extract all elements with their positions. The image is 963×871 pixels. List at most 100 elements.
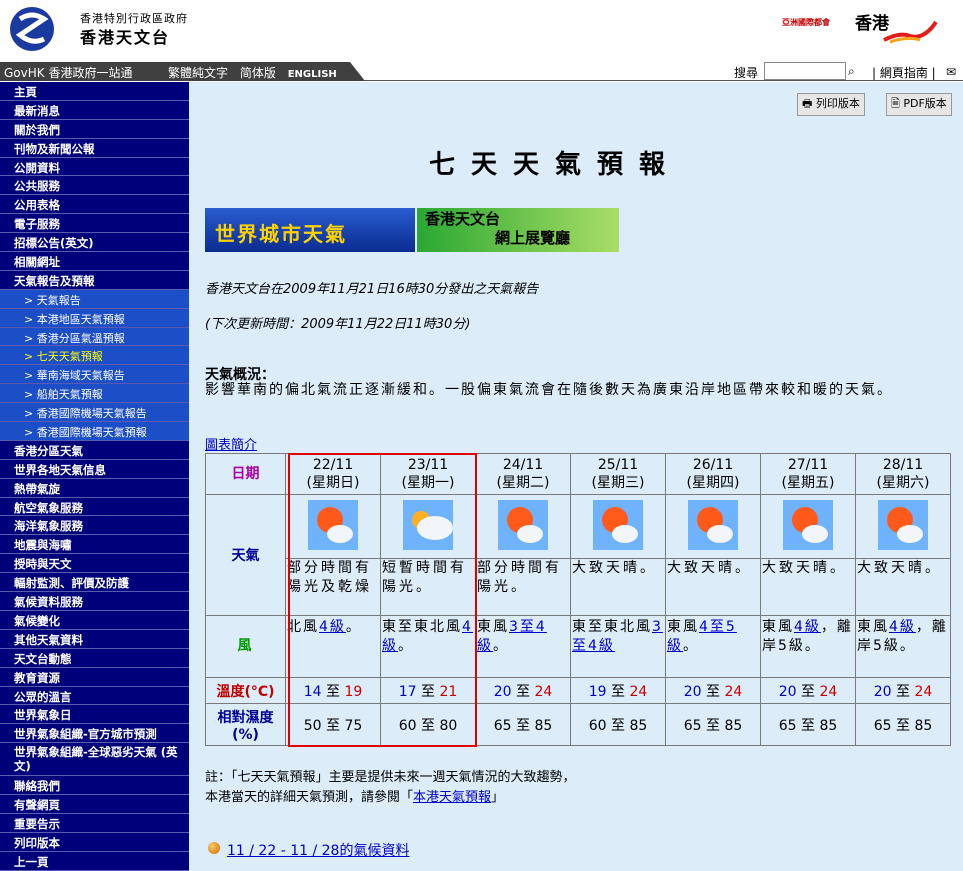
sidebar-item-15[interactable]: > 華南海域天氣報告 [0, 365, 189, 385]
sidebar-item-37[interactable]: 有聲網頁 [0, 795, 189, 814]
sidebar-item-26[interactable]: 輻射監測、評價及防護 [0, 573, 189, 593]
sun-cloud-icon[interactable] [498, 499, 548, 550]
sun-cloud-icon[interactable] [593, 499, 643, 550]
world-city-weather-banner[interactable]: 世界城市天氣 [205, 208, 415, 252]
wind-cell: 北風4級。 [285, 615, 381, 678]
sidebar-item-10[interactable]: 天氣報告及預報 [0, 271, 189, 290]
date-cell: 24/11 (星期二) [475, 453, 571, 495]
language-bar: 繁體純文字 简体版 ENGLISH [150, 62, 365, 81]
temp-sep: 至 [516, 683, 530, 700]
sidebar-item-20[interactable]: 世界各地天氣信息 [0, 460, 189, 479]
search-icon[interactable]: ⌕ [848, 64, 855, 79]
sidebar-item-22[interactable]: 航空氣象服務 [0, 498, 189, 517]
row-label-wind: 風 [205, 615, 286, 678]
wind-force-link[interactable]: 4級 [889, 619, 916, 635]
sidebar-item-17[interactable]: > 香港國際機場天氣報告 [0, 403, 189, 423]
govhk-link[interactable]: GovHK 香港政府一站通 [0, 62, 150, 81]
lang-simplified-link[interactable]: 简体版 [240, 66, 276, 80]
icon-cell [380, 494, 476, 559]
sidebar-item-25[interactable]: 授時與天文 [0, 554, 189, 574]
sidebar-item-28[interactable]: 氣候變化 [0, 611, 189, 630]
sidebar-item-30[interactable]: 天文台動態 [0, 649, 189, 668]
weather-desc: 部分時間有陽光及乾燥 [285, 558, 381, 616]
sidebar-item-27[interactable]: 氣候資料服務 [0, 592, 189, 611]
sidebar-item-16[interactable]: > 船舶天氣預報 [0, 384, 189, 404]
sidebar: 主頁 最新消息 關於我們 刊物及新聞公報 公開資料 公共服務 公用表格 電子服務 招標公告(英文… [0, 82, 189, 871]
sidebar-item-34[interactable]: 世界氣象組織-官方城市預測 [0, 724, 189, 744]
note-line1: 註：「七天天氣預報」主要是提供未來一週天氣情況的大致趨勢， [205, 770, 576, 785]
temp-sep: 至 [326, 683, 340, 700]
sidebar-item-18[interactable]: > 香港國際機場天氣預報 [0, 422, 189, 441]
sidebar-item-39[interactable]: 列印版本 [0, 833, 189, 852]
sitemap-link[interactable]: | 網頁指南 | [872, 64, 936, 81]
sidebar-item-12[interactable]: > 本港地區天氣預報 [0, 308, 189, 328]
sidebar-item-7[interactable]: 電子服務 [0, 214, 189, 234]
sun-cloud-icon[interactable] [878, 499, 928, 550]
sidebar-item-0[interactable]: 主頁 [0, 82, 189, 101]
sidebar-item-32[interactable]: 公眾的溫言 [0, 687, 189, 706]
cloud-sun-icon[interactable] [403, 499, 453, 550]
next-update-time: (下次更新時間：2009年11月22日11時30分) [205, 317, 471, 332]
forecast-date: 27/11 [787, 457, 829, 473]
date-cell: 28/11 (星期六) [855, 453, 951, 495]
hko-exhibition-banner[interactable]: 香港天文台 網上展覽廳 [417, 208, 619, 252]
sidebar-item-1[interactable]: 最新消息 [0, 101, 189, 120]
sidebar-item-31[interactable]: 教育資源 [0, 668, 189, 687]
temp-min: 20 [873, 683, 892, 700]
sidebar-item-40[interactable]: 上一頁 [0, 852, 189, 871]
note2-post: 」 [491, 790, 505, 805]
sidebar-item-3[interactable]: 刊物及新聞公報 [0, 139, 189, 158]
temp-cell: 20 至 24 [760, 677, 856, 704]
climate-info-link[interactable]: 11 / 22 - 11 / 28的氣候資料 [227, 840, 409, 860]
sidebar-item-35[interactable]: 世界氣象組織-全球惡劣天氣 (英文) [0, 743, 189, 777]
wind-direction: 東風 [667, 619, 699, 635]
chart-intro-link[interactable]: 圖表簡介 [205, 434, 257, 453]
search-label: 搜尋 [734, 66, 759, 80]
pdf-version-button[interactable]: 🗎 PDF版本 [886, 93, 952, 116]
sidebar-item-38[interactable]: 重要告示 [0, 814, 189, 833]
icon-cell [285, 494, 381, 559]
sidebar-item-2[interactable]: 關於我們 [0, 120, 189, 139]
temp-cell: 19 至 24 [570, 677, 666, 704]
hko-logo-icon[interactable] [6, 5, 64, 53]
wind-cell: 東至東北風3至4級 [570, 615, 666, 678]
sidebar-item-5[interactable]: 公共服務 [0, 176, 189, 196]
forecast-weekday: (星期二) [496, 475, 550, 491]
sidebar-item-8[interactable]: 招標公告(英文) [0, 233, 189, 253]
local-forecast-link[interactable]: 本港天氣預報 [413, 790, 491, 805]
sidebar-item-13[interactable]: > 香港分區氣溫預報 [0, 327, 189, 347]
sidebar-item-29[interactable]: 其他天氣資料 [0, 630, 189, 649]
sidebar-item-9[interactable]: 相關網址 [0, 252, 189, 271]
forecast-date: 24/11 [502, 457, 544, 473]
sidebar-item-14[interactable]: > 七天天氣預報 [0, 346, 189, 366]
search-input[interactable] [764, 62, 846, 80]
sidebar-item-19[interactable]: 香港分區天氣 [0, 441, 189, 460]
sidebar-item-21[interactable]: 熱帶氣旋 [0, 479, 189, 498]
dragon-logo-icon[interactable] [880, 14, 940, 44]
forecast-weekday: (星期六) [876, 475, 930, 491]
temp-max: 24 [819, 683, 838, 700]
lang-english-link[interactable]: ENGLISH [288, 69, 337, 80]
sidebar-item-36[interactable]: 聯絡我們 [0, 776, 189, 796]
sidebar-item-24[interactable]: 地震與海嘯 [0, 535, 189, 555]
icon-cell [855, 494, 951, 559]
sun-cloud-icon[interactable] [688, 499, 738, 550]
sidebar-item-11[interactable]: > 天氣報告 [0, 289, 189, 309]
lang-text-only-link[interactable]: 繁體純文字 [168, 66, 228, 80]
forecast-weekday: (星期四) [686, 475, 740, 491]
rh-cell: 60 至 85 [570, 703, 666, 746]
sidebar-item-23[interactable]: 海洋氣象服務 [0, 516, 189, 536]
sidebar-item-4[interactable]: 公開資料 [0, 158, 189, 177]
wind-force-link[interactable]: 4級 [319, 619, 346, 635]
mail-icon[interactable]: ✉ [946, 65, 956, 79]
org-line2[interactable]: 香港天文台 [80, 24, 170, 48]
wind-force-link[interactable]: 4級 [794, 619, 821, 635]
temp-max: 24 [534, 683, 553, 700]
sun-cloud-icon[interactable] [308, 499, 358, 550]
temp-min: 20 [683, 683, 702, 700]
sun-cloud-icon[interactable] [783, 499, 833, 550]
sidebar-item-6[interactable]: 公用表格 [0, 195, 189, 215]
sidebar-item-33[interactable]: 世界氣象日 [0, 705, 189, 725]
print-version-button[interactable]: 🖶 列印版本 [797, 93, 865, 116]
temp-min: 14 [303, 683, 322, 700]
